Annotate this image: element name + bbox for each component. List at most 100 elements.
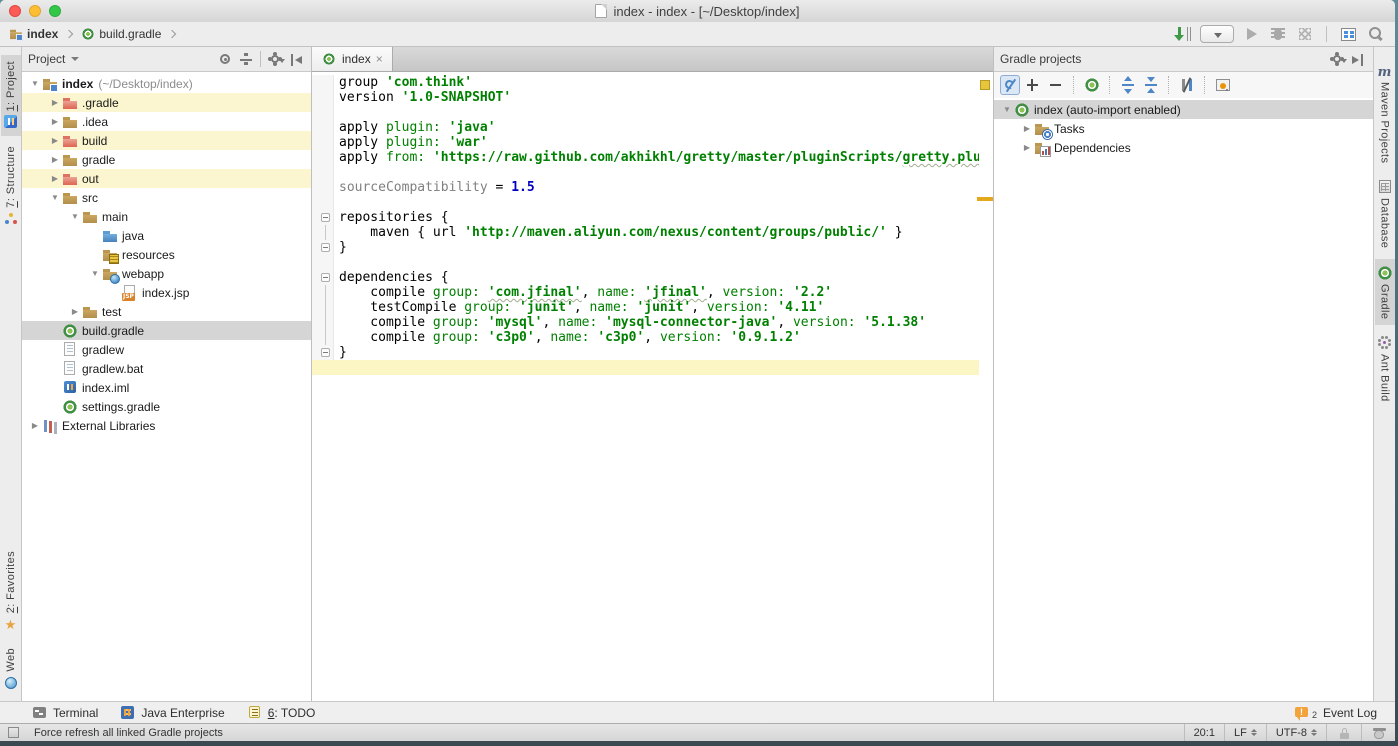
tool-tab-ant-build[interactable]: Ant Build bbox=[1375, 329, 1395, 408]
project-view-selector[interactable]: Project bbox=[28, 52, 65, 66]
tree-row-out[interactable]: ▶out bbox=[22, 169, 311, 188]
remove-icon[interactable] bbox=[1046, 75, 1066, 95]
expand-arrow[interactable]: ▶ bbox=[28, 421, 42, 430]
caret-position-widget[interactable]: 20:1 bbox=[1184, 724, 1224, 741]
code-line[interactable]: } bbox=[312, 345, 979, 360]
tool-tab-web[interactable]: Web bbox=[1, 642, 21, 697]
expand-arrow[interactable]: ▶ bbox=[48, 136, 62, 145]
expand-arrow[interactable]: ▶ bbox=[1020, 124, 1034, 133]
code-line[interactable]: apply plugin: 'java' bbox=[312, 120, 979, 135]
locate-icon[interactable] bbox=[216, 50, 234, 68]
title-bar[interactable]: index - index - [~/Desktop/index] bbox=[0, 0, 1395, 23]
code-line[interactable]: } bbox=[312, 240, 979, 255]
offline-icon[interactable] bbox=[1177, 75, 1197, 95]
code-area[interactable]: group 'com.think'version '1.0-SNAPSHOT'a… bbox=[312, 72, 979, 701]
code-line[interactable]: version '1.0-SNAPSHOT' bbox=[312, 90, 979, 105]
code-line[interactable]: dependencies { bbox=[312, 270, 979, 285]
tree-row-index-iml[interactable]: index.iml bbox=[22, 378, 311, 397]
tree-row-resources[interactable]: resources bbox=[22, 245, 311, 264]
expand-arrow[interactable]: ▶ bbox=[1020, 143, 1034, 152]
expand-arrow[interactable]: ▶ bbox=[48, 117, 62, 126]
inspection-status-marker[interactable] bbox=[980, 80, 990, 90]
code-line[interactable] bbox=[312, 165, 979, 180]
tree-row-settings-gradle[interactable]: settings.gradle bbox=[22, 397, 311, 416]
fold-close-icon[interactable] bbox=[321, 348, 330, 357]
expand-arrow[interactable]: ▼ bbox=[28, 79, 42, 88]
tree-row-test[interactable]: ▶test bbox=[22, 302, 311, 321]
tree-row-webapp[interactable]: ▼webapp bbox=[22, 264, 311, 283]
add-icon[interactable] bbox=[1023, 75, 1043, 95]
tool-tab-7-structure[interactable]: 7: Structure bbox=[1, 140, 21, 233]
tree-row-gradle[interactable]: ▶.gradle bbox=[22, 93, 311, 112]
settings-gear-icon[interactable] bbox=[1329, 50, 1347, 68]
hide-left-icon[interactable] bbox=[287, 50, 305, 68]
update-project-icon[interactable] bbox=[1173, 24, 1193, 44]
hide-right-icon[interactable] bbox=[1349, 50, 1367, 68]
tool-tab-maven-projects[interactable]: Maven Projects bbox=[1375, 57, 1395, 169]
code-line[interactable] bbox=[312, 195, 979, 210]
code-line[interactable]: repositories { bbox=[312, 210, 979, 225]
readonly-toggle[interactable] bbox=[1326, 724, 1361, 741]
tree-row-java[interactable]: java bbox=[22, 226, 311, 245]
code-line[interactable]: testCompile group: 'junit', name: 'junit… bbox=[312, 300, 979, 315]
expand-arrow[interactable]: ▶ bbox=[68, 307, 82, 316]
fold-close-icon[interactable] bbox=[321, 243, 330, 252]
code-line[interactable] bbox=[312, 105, 979, 120]
tree-row-build-gradle[interactable]: build.gradle bbox=[22, 321, 311, 340]
tool-tab-1-project[interactable]: 1: Project bbox=[1, 55, 21, 136]
tree-row-gradle[interactable]: ▶gradle bbox=[22, 150, 311, 169]
error-stripe-mark[interactable] bbox=[977, 197, 993, 201]
tree-row-index-jsp[interactable]: index.jsp bbox=[22, 283, 311, 302]
breadcrumb-item-index[interactable]: index bbox=[27, 27, 58, 41]
code-line[interactable] bbox=[312, 255, 979, 270]
code-line[interactable]: compile group: 'com.jfinal', name: 'jfin… bbox=[312, 285, 979, 300]
tree-row-gradlew[interactable]: gradlew bbox=[22, 340, 311, 359]
code-line[interactable]: apply plugin: 'war' bbox=[312, 135, 979, 150]
tree-row-dependencies[interactable]: ▶Dependencies bbox=[994, 138, 1373, 157]
expand-tree-icon[interactable] bbox=[1118, 75, 1138, 95]
close-tab-icon[interactable]: × bbox=[376, 53, 383, 65]
tree-row-tasks[interactable]: ▶Tasks bbox=[994, 119, 1373, 138]
tree-row-build[interactable]: ▶build bbox=[22, 131, 311, 150]
breadcrumb-item-build-gradle[interactable]: build.gradle bbox=[99, 27, 161, 41]
bottom-button-terminal[interactable]: Terminal bbox=[32, 705, 98, 721]
coverage-icon[interactable] bbox=[1295, 24, 1315, 44]
expand-arrow[interactable]: ▼ bbox=[1000, 105, 1014, 114]
event-log-button[interactable]: 2 Event Log bbox=[1294, 705, 1395, 721]
expand-arrow[interactable]: ▶ bbox=[48, 98, 62, 107]
chevron-down-icon[interactable] bbox=[71, 57, 79, 61]
tree-row-src[interactable]: ▼src bbox=[22, 188, 311, 207]
fold-open-icon[interactable] bbox=[321, 213, 330, 222]
bottom-button-java-enterprise[interactable]: Java Enterprise bbox=[120, 705, 224, 721]
search-icon[interactable] bbox=[1365, 24, 1385, 44]
run-config-combo-icon[interactable] bbox=[1200, 25, 1234, 43]
gradle-settings-icon[interactable] bbox=[1213, 75, 1233, 95]
expand-arrow[interactable]: ▶ bbox=[48, 155, 62, 164]
settings-gear-icon[interactable] bbox=[267, 50, 285, 68]
collapse-tree-icon[interactable] bbox=[1141, 75, 1161, 95]
expand-arrow[interactable]: ▶ bbox=[48, 174, 62, 183]
code-line[interactable]: compile group: 'mysql', name: 'mysql-con… bbox=[312, 315, 979, 330]
tree-row-idea[interactable]: ▶.idea bbox=[22, 112, 311, 131]
tool-tab-gradle[interactable]: Gradle bbox=[1375, 259, 1395, 325]
expand-arrow[interactable]: ▼ bbox=[88, 269, 102, 278]
tool-window-switcher-icon[interactable] bbox=[6, 725, 22, 741]
expand-arrow[interactable]: ▼ bbox=[68, 212, 82, 221]
editor-tab-index[interactable]: index × bbox=[312, 47, 393, 71]
collapse-dots-icon[interactable] bbox=[236, 50, 254, 68]
tree-row-index[interactable]: ▼index(~/Desktop/index) bbox=[22, 74, 311, 93]
tree-row-main[interactable]: ▼main bbox=[22, 207, 311, 226]
window-layout-icon[interactable] bbox=[1338, 24, 1358, 44]
gradle-run-icon[interactable] bbox=[1082, 75, 1102, 95]
debug-icon[interactable] bbox=[1268, 24, 1288, 44]
code-line[interactable]: apply from: 'https://raw.github.com/akhi… bbox=[312, 150, 979, 165]
expand-arrow[interactable]: ▼ bbox=[48, 193, 62, 202]
caret-line[interactable] bbox=[312, 360, 979, 375]
code-line[interactable]: maven { url 'http://maven.aliyun.com/nex… bbox=[312, 225, 979, 240]
refresh-icon[interactable] bbox=[1000, 75, 1020, 95]
line-separator-widget[interactable]: LF bbox=[1224, 724, 1266, 741]
tree-row-gradlew-bat[interactable]: gradlew.bat bbox=[22, 359, 311, 378]
fold-open-icon[interactable] bbox=[321, 273, 330, 282]
encoding-widget[interactable]: UTF-8 bbox=[1266, 724, 1326, 741]
bottom-button-6-todo[interactable]: 6: TODO bbox=[247, 705, 316, 721]
